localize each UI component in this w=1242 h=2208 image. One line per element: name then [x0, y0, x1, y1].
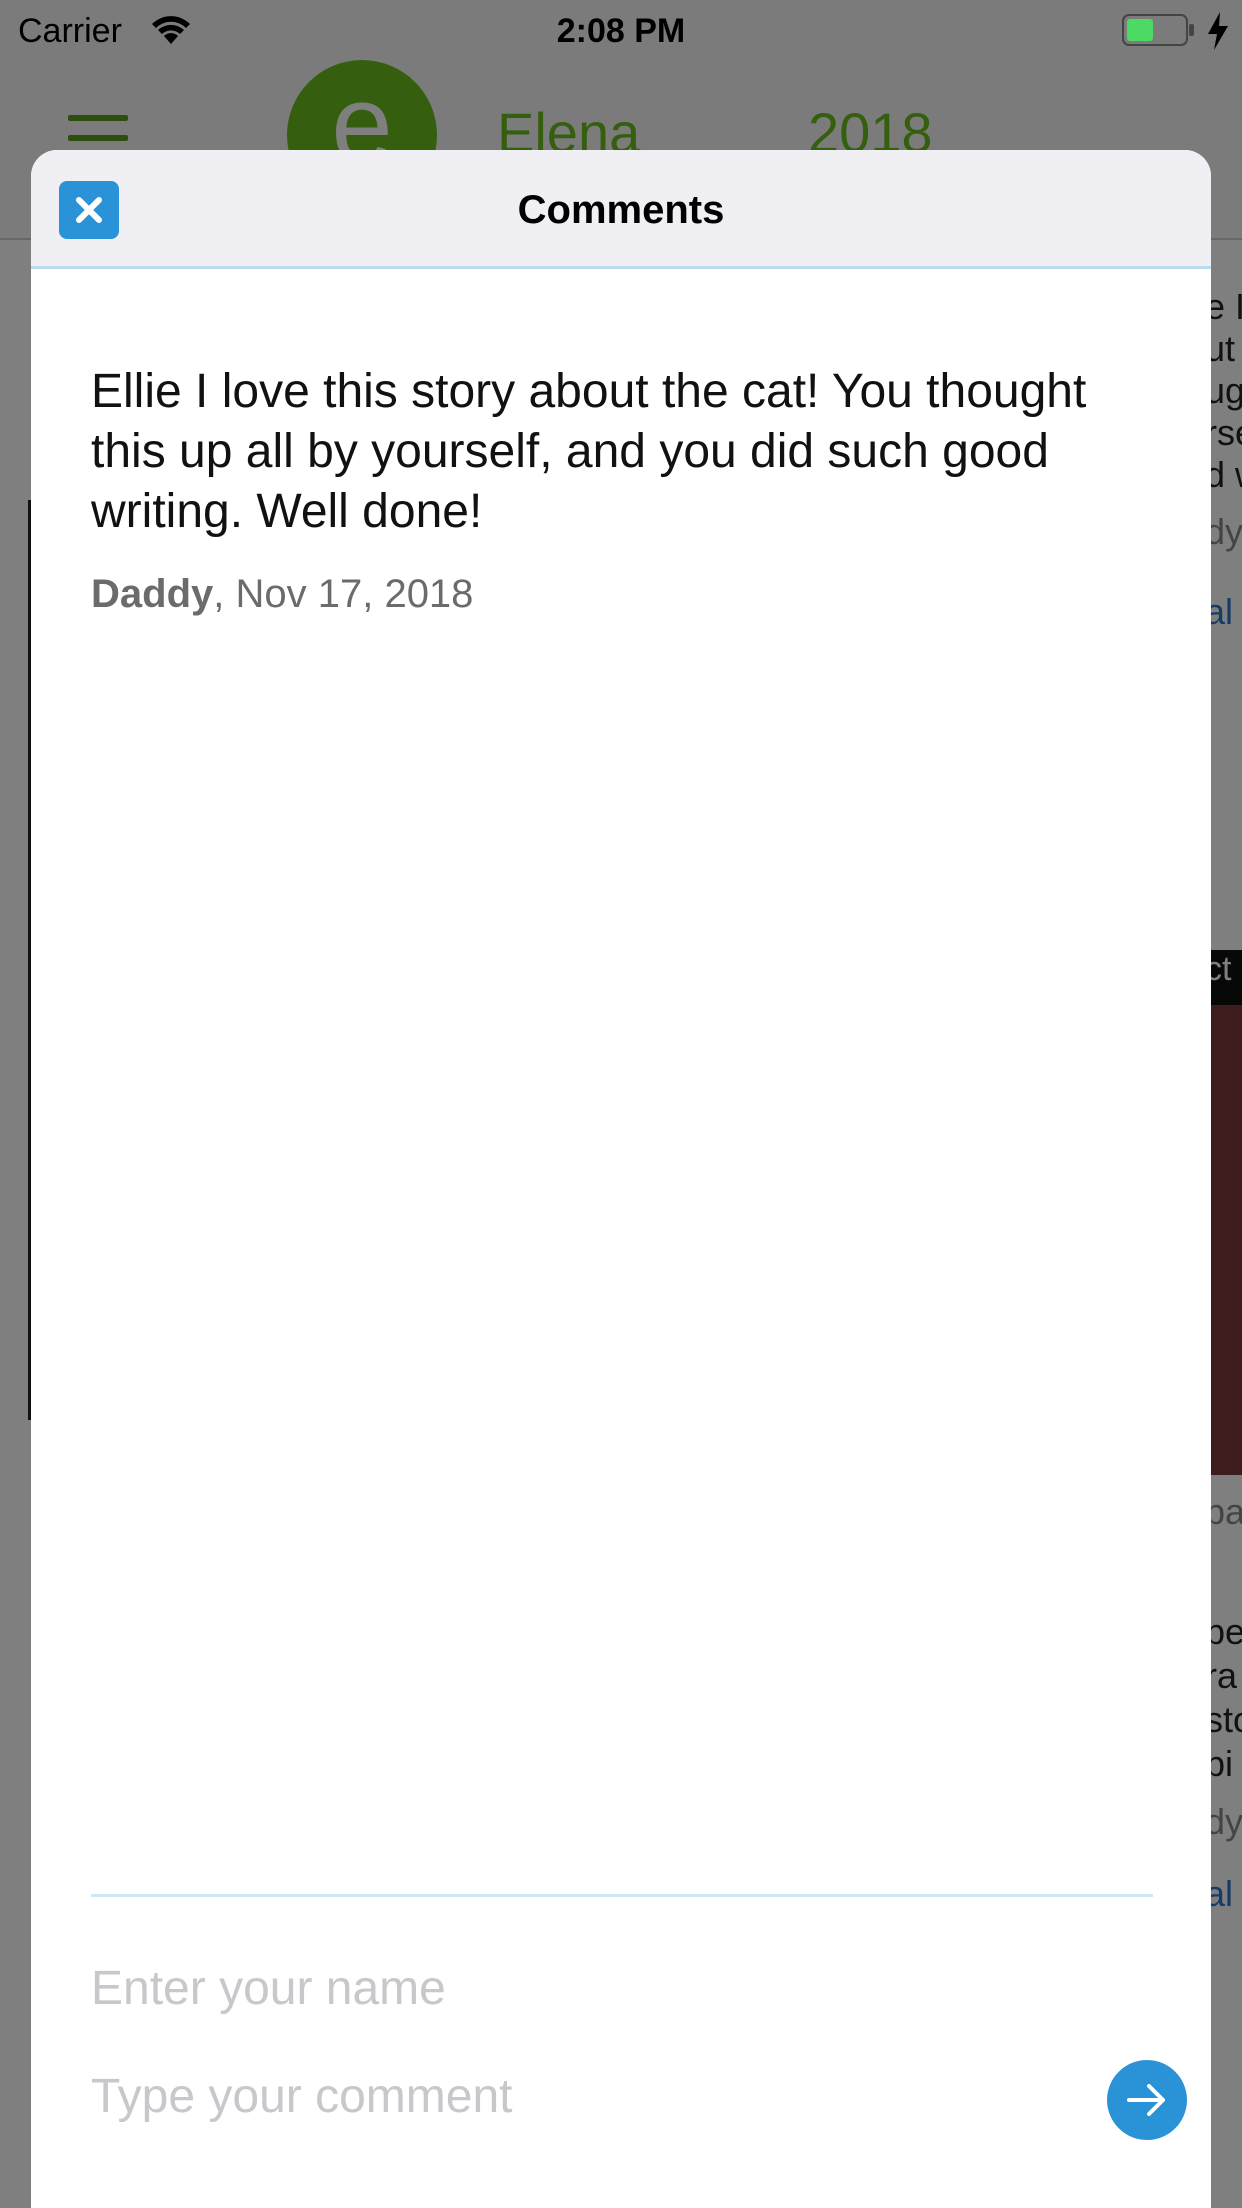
- status-bar: Carrier 2:08 PM: [0, 0, 1242, 60]
- arrow-right-icon: [1127, 2084, 1165, 2116]
- comment-item: Ellie I love this story about the cat! Y…: [91, 362, 1151, 617]
- comment-input[interactable]: [91, 2064, 1071, 2128]
- form-divider: [91, 1894, 1153, 1897]
- clock: 2:08 PM: [556, 12, 686, 50]
- comment-meta: Daddy, Nov 17, 2018: [91, 572, 1151, 617]
- charging-bolt-icon: [1208, 12, 1228, 50]
- name-input[interactable]: [91, 1956, 1071, 2020]
- battery-icon: [1122, 14, 1194, 46]
- modal-header: Comments: [31, 150, 1211, 269]
- modal-title: Comments: [517, 188, 725, 232]
- comments-modal: Comments Ellie I love this story about t…: [31, 150, 1211, 2208]
- comment-text: Ellie I love this story about the cat! Y…: [91, 365, 1087, 538]
- comment-author: Daddy: [91, 572, 214, 616]
- send-button[interactable]: [1107, 2060, 1187, 2140]
- comment-date: , Nov 17, 2018: [213, 572, 474, 616]
